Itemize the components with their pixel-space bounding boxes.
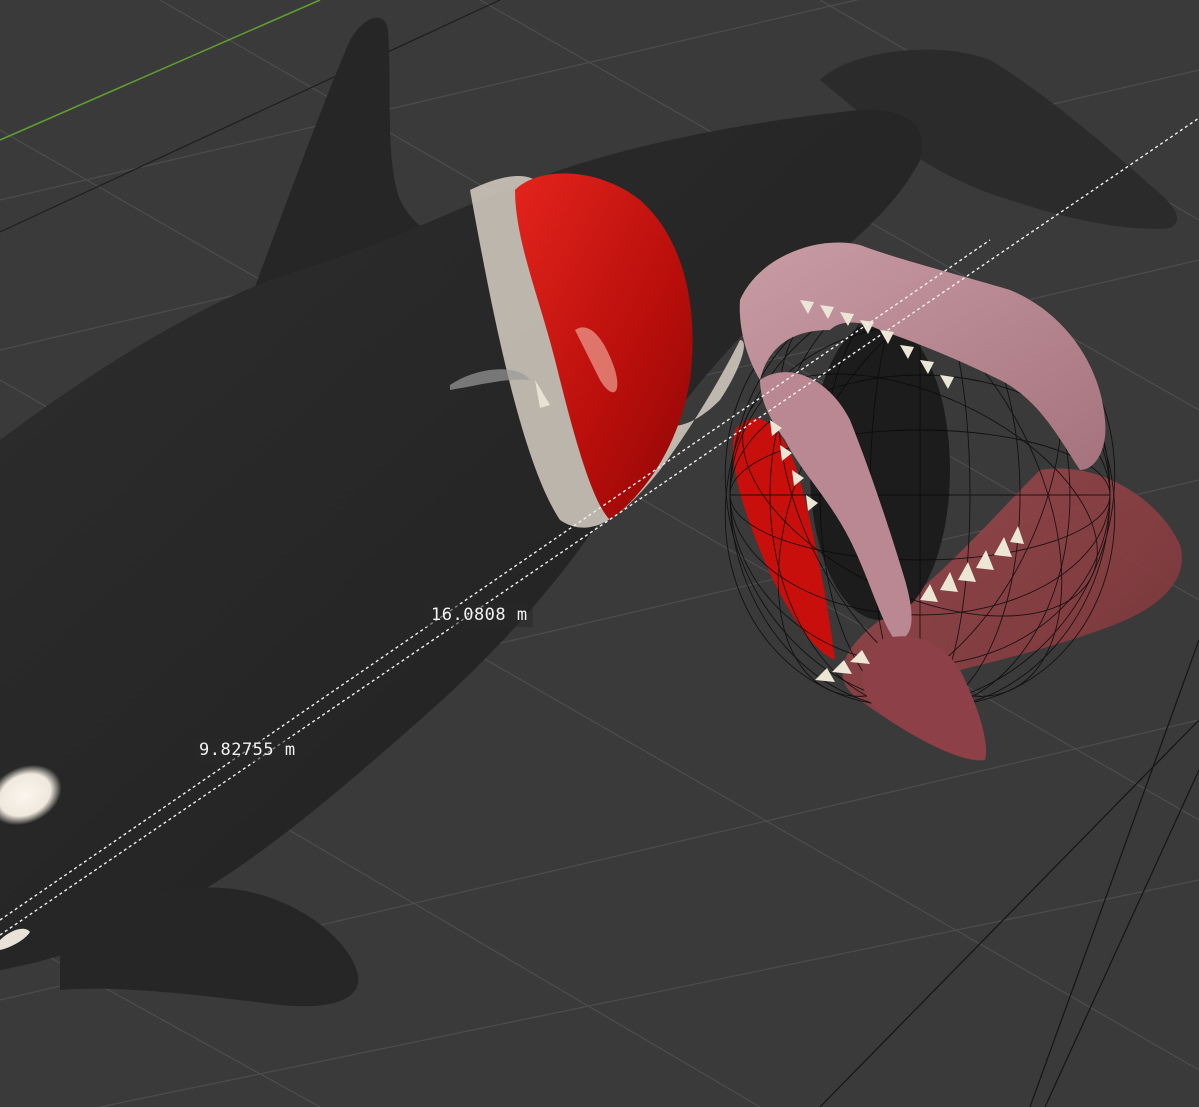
viewport-scene[interactable] xyxy=(0,0,1199,1107)
x-axis-line xyxy=(0,0,321,141)
grid-line-dark xyxy=(0,0,501,233)
measurement-label-short: 9.82755 m xyxy=(194,739,301,762)
measurement-label-long: 16.0808 m xyxy=(426,604,533,627)
3d-viewport[interactable]: 16.0808 m 9.82755 m xyxy=(0,0,1199,1107)
